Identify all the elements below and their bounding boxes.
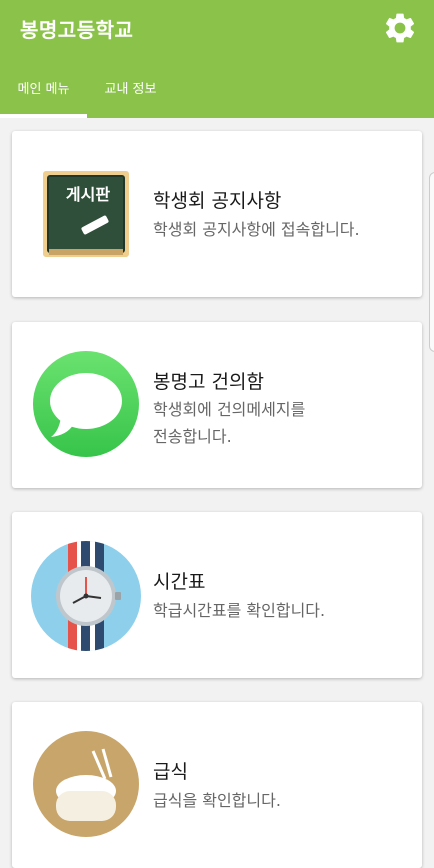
- tab-indicator: [0, 114, 87, 118]
- chalkboard-text: 게시판: [65, 185, 111, 204]
- app-title: 봉명고등학교: [20, 18, 134, 42]
- card-desc: 학급시간표를 확인합니다.: [153, 601, 326, 620]
- card-desc: 학생회 공지사항에 접속합니다.: [153, 220, 360, 239]
- watch-icon: [31, 541, 141, 651]
- tab-main-menu[interactable]: 메인 메뉴: [0, 70, 87, 118]
- card-desc: 급식을 확인합니다.: [153, 791, 281, 810]
- card-suggestion[interactable]: 봉명고 건의함 학생회에 건의메세지를 전송합니다.: [12, 322, 422, 488]
- tab-school-info[interactable]: 교내 정보: [87, 70, 174, 118]
- rice-bowl-icon: [33, 731, 139, 837]
- card-timetable[interactable]: 시간표 학급시간표를 확인합니다.: [12, 512, 422, 678]
- message-bubble-icon: [33, 351, 139, 457]
- scrollbar[interactable]: [429, 172, 434, 352]
- tab-bar: 메인 메뉴 교내 정보: [0, 70, 434, 118]
- card-desc-line-1: 학생회에 건의메세지를: [153, 400, 306, 419]
- card-desc-line-2: 전송합니다.: [153, 427, 232, 446]
- app-bar: 봉명고등학교 메인 메뉴 교내 정보: [0, 0, 434, 118]
- card-title: 봉명고 건의함: [153, 371, 264, 393]
- card-title: 학생회 공지사항: [153, 190, 282, 212]
- card-notice[interactable]: 게시판 학생회 공지사항 학생회 공지사항에 접속합니다.: [12, 131, 422, 297]
- card-meal[interactable]: 급식 급식을 확인합니다.: [12, 702, 422, 868]
- card-title: 급식: [153, 761, 188, 783]
- card-title: 시간표: [153, 571, 206, 593]
- gear-icon[interactable]: [382, 10, 418, 46]
